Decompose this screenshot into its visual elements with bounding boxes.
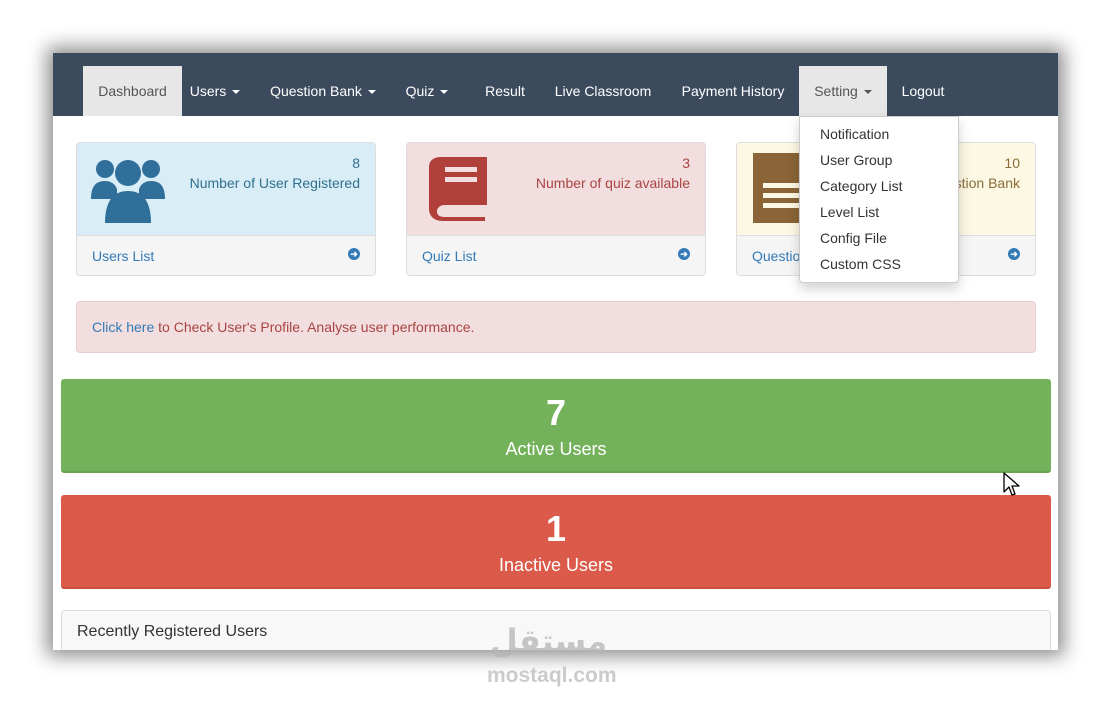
menu-item-notification[interactable]: Notification (800, 121, 958, 147)
quiz-list-link[interactable]: Quiz List ➜ (407, 235, 705, 275)
quiz-count: 3 (682, 155, 690, 171)
users-title: Number of User Registered (189, 175, 360, 191)
menu-item-config-file[interactable]: Config File (800, 225, 958, 251)
nav-logout[interactable]: Logout (887, 66, 959, 116)
nav-live-classroom[interactable]: Live Classroom (541, 66, 665, 116)
setting-dropdown-menu: Notification User Group Category List Le… (799, 116, 959, 283)
profile-alert: Click here to Check User's Profile. Anal… (76, 301, 1036, 353)
menu-item-user-group[interactable]: User Group (800, 147, 958, 173)
quiz-title: Number of quiz available (535, 175, 690, 191)
nav-setting[interactable]: Setting (799, 66, 887, 116)
book-icon (429, 157, 487, 221)
nav-result[interactable]: Result (471, 66, 539, 116)
recent-users-title: Recently Registered Users (77, 623, 268, 640)
question-bank-count: 10 (1004, 155, 1020, 171)
caret-down-icon (863, 90, 872, 95)
menu-item-custom-css[interactable]: Custom CSS (800, 251, 958, 277)
watermark-latin: mostaql.com (487, 664, 617, 687)
active-users-block: 7 Active Users (61, 379, 1051, 473)
arrow-circle-right-icon: ➜ (678, 248, 690, 260)
panel-heading: 8 Number of User Registered (77, 143, 375, 235)
caret-down-icon (232, 90, 241, 95)
watermark-arabic: مستقل (490, 622, 608, 660)
inactive-users-count: 1 (545, 508, 567, 549)
question-bank-title: stion Bank (954, 175, 1020, 191)
arrow-circle-right-icon: ➜ (1008, 248, 1020, 260)
users-count: 8 (352, 155, 360, 171)
app-window: Dashboard Users Question Bank Quiz Resul… (53, 53, 1058, 650)
active-users-count: 7 (545, 392, 567, 433)
users-list-link[interactable]: Users List ➜ (77, 235, 375, 275)
nav-payment-history[interactable]: Payment History (667, 66, 799, 116)
users-icon (91, 160, 165, 223)
menu-item-level-list[interactable]: Level List (800, 199, 958, 225)
inactive-users-label: Inactive Users (498, 555, 614, 575)
nav-quiz[interactable]: Quiz (398, 66, 456, 116)
caret-down-icon (440, 90, 449, 95)
nav-dashboard[interactable]: Dashboard (83, 66, 182, 116)
nav-users[interactable]: Users (182, 66, 248, 116)
panel-heading: 3 Number of quiz available (407, 143, 705, 235)
caret-down-icon (367, 90, 376, 95)
alert-text: to Check User's Profile. Analyse user pe… (154, 319, 475, 335)
inactive-users-block: 1 Inactive Users (61, 495, 1051, 589)
top-navbar: Dashboard Users Question Bank Quiz Resul… (53, 53, 1058, 116)
menu-item-category-list[interactable]: Category List (800, 173, 958, 199)
arrow-circle-right-icon: ➜ (348, 248, 360, 260)
users-stat-panel: 8 Number of User Registered Users List ➜ (76, 142, 376, 276)
mouse-cursor-icon (1003, 472, 1020, 496)
nav-question-bank[interactable]: Question Bank (262, 66, 384, 116)
click-here-link[interactable]: Click here (92, 319, 154, 335)
active-users-label: Active Users (505, 439, 607, 459)
quiz-stat-panel: 3 Number of quiz available Quiz List ➜ (406, 142, 706, 276)
